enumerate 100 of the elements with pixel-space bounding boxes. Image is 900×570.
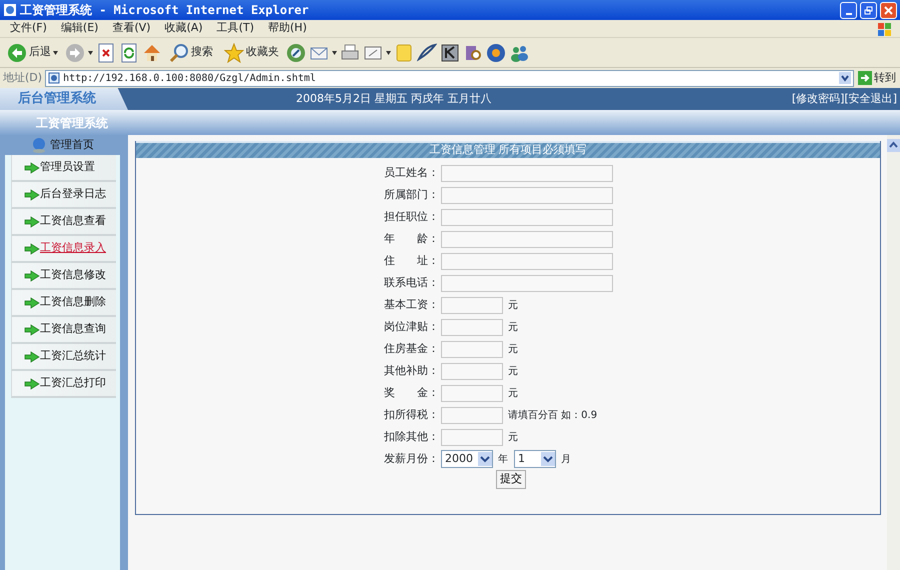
- minimize-icon: [846, 12, 852, 14]
- unit-label: 月: [561, 452, 571, 466]
- caret-icon: [53, 50, 58, 54]
- text-field[interactable]: [441, 362, 503, 380]
- window-title: 工资管理系统 - Microsoft Internet Explorer: [20, 2, 309, 19]
- toolbar-button[interactable]: 后退: [3, 40, 62, 66]
- text-field[interactable]: [441, 428, 503, 446]
- sidebar-item[interactable]: 后台登录日志: [11, 182, 116, 209]
- text-field[interactable]: [441, 164, 613, 182]
- field-label: 担任职位：: [384, 208, 440, 225]
- header-link[interactable]: [安全退出]: [844, 90, 897, 108]
- minimize-button[interactable]: [840, 2, 857, 18]
- sidebar-item[interactable]: 工资汇总打印: [11, 371, 116, 398]
- month-select[interactable]: 1: [514, 450, 556, 468]
- back-icon: [7, 42, 27, 62]
- header-link[interactable]: [修改密码]: [792, 90, 844, 108]
- arrow-icon: [24, 162, 40, 174]
- home-icon[interactable]: [142, 42, 162, 62]
- site-logo: 后台管理系统: [0, 88, 128, 110]
- arrow-icon: [24, 188, 40, 200]
- text-field[interactable]: [441, 318, 503, 336]
- toolbar-button[interactable]: 收藏夹: [220, 40, 283, 66]
- field-note: 请填百分百 如：0.9: [508, 408, 598, 422]
- system-title: 工资管理系统: [36, 114, 108, 132]
- dropdown-icon: [478, 452, 492, 466]
- field-label: 联系电话：: [384, 274, 440, 291]
- windows-flag-icon: [877, 22, 891, 36]
- field-note: 元: [508, 364, 518, 378]
- address-field[interactable]: http://192.168.0.100:8080/Gzgl/Admin.shtml: [45, 70, 854, 86]
- menu-item[interactable]: 收藏(A): [158, 20, 210, 37]
- go-button[interactable]: 转到: [857, 69, 897, 87]
- sidebar-item[interactable]: 工资信息删除: [11, 290, 116, 317]
- stop-page-icon[interactable]: [96, 42, 116, 62]
- dropdown-icon[interactable]: [839, 72, 851, 84]
- field-label: 其他补助：: [384, 362, 440, 379]
- toolbar-button[interactable]: 搜索: [165, 40, 217, 66]
- quill-icon[interactable]: [417, 42, 437, 62]
- arrow-icon: [24, 378, 40, 390]
- globe-icon: [31, 137, 47, 153]
- field-label: 员工姓名：: [384, 164, 440, 181]
- field-note: 元: [508, 320, 518, 334]
- sidebar-item[interactable]: 工资信息查询: [11, 317, 116, 344]
- close-icon: [884, 6, 893, 14]
- text-field[interactable]: [441, 384, 503, 402]
- text-field[interactable]: [441, 340, 503, 358]
- field-note: 元: [508, 430, 518, 444]
- go-arrow-icon: [858, 71, 872, 85]
- menu-item[interactable]: 工具(T): [210, 20, 261, 37]
- field-note: 元: [508, 298, 518, 312]
- text-field[interactable]: [441, 406, 503, 424]
- caret-icon: [332, 50, 337, 54]
- date-text: 2008年5月2日 星期五 丙戌年 五月廿八: [296, 90, 492, 107]
- menu-item[interactable]: 编辑(E): [54, 20, 106, 37]
- text-field[interactable]: [441, 252, 613, 270]
- scroll-up-icon[interactable]: [887, 139, 900, 152]
- field-label: 岗位津贴：: [384, 318, 440, 335]
- printer-icon[interactable]: [340, 42, 360, 62]
- page-icon: [48, 72, 60, 84]
- browser-icon: [3, 3, 17, 17]
- text-field[interactable]: [441, 296, 503, 314]
- sidebar-item[interactable]: 工资信息修改: [11, 263, 116, 290]
- field-note: 元: [508, 386, 518, 400]
- menu-item[interactable]: 查看(V): [105, 20, 158, 37]
- sidebar-item[interactable]: 工资汇总统计: [11, 344, 116, 371]
- sidebar-item[interactable]: 管理员设置: [11, 155, 116, 182]
- text-field[interactable]: [441, 230, 613, 248]
- unit-label: 年: [498, 452, 508, 466]
- search-icon: [169, 42, 189, 62]
- field-label: 奖 金：: [384, 384, 440, 401]
- k-square-icon[interactable]: [440, 42, 460, 62]
- field-label: 发薪月份：: [384, 450, 440, 467]
- restore-button[interactable]: [860, 2, 877, 18]
- field-label: 住 址：: [384, 252, 440, 269]
- arrow-icon: [24, 242, 40, 254]
- close-button[interactable]: [880, 2, 897, 18]
- address-label: 地址(D): [3, 70, 42, 86]
- field-note: 元: [508, 342, 518, 356]
- menu-item[interactable]: 文件(F): [3, 20, 54, 37]
- star-icon: [224, 42, 244, 62]
- refresh-page-icon[interactable]: [119, 42, 139, 62]
- field-label: 扣所得税：: [384, 406, 440, 423]
- field-label: 基本工资：: [384, 296, 440, 313]
- submit-button[interactable]: 提交: [496, 470, 526, 488]
- text-field[interactable]: [441, 274, 613, 292]
- arrow-icon: [24, 270, 40, 282]
- text-field[interactable]: [441, 186, 613, 204]
- form-title: 工资信息管理 所有项目必须填写: [429, 142, 587, 158]
- year-select[interactable]: 2000: [441, 450, 493, 468]
- arrow-icon: [24, 324, 40, 336]
- arrow-icon: [24, 296, 40, 308]
- field-label: 年 龄：: [384, 230, 440, 247]
- arrow-icon: [24, 216, 40, 228]
- sidebar-item[interactable]: 工资信息查看: [11, 209, 116, 236]
- caret-icon: [88, 50, 93, 54]
- text-field[interactable]: [441, 208, 613, 226]
- forward-icon[interactable]: [65, 42, 85, 62]
- scrollbar[interactable]: [887, 135, 900, 570]
- menu-item[interactable]: 帮助(H): [261, 20, 314, 37]
- restore-icon: [864, 6, 873, 14]
- dropdown-icon: [541, 452, 555, 466]
